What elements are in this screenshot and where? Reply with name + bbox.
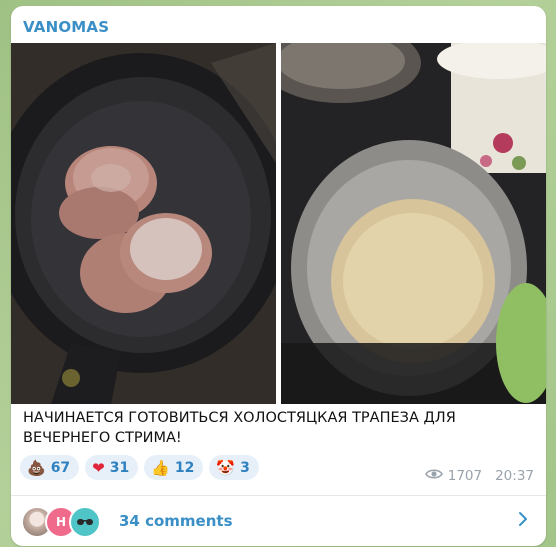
post-time: 20:37 [495, 468, 534, 484]
view-count: 1707 [447, 468, 483, 484]
photo-frying-pan[interactable] [11, 43, 276, 404]
reactions-bar: 💩 67 ❤ 31 👍 12 🤡 3 [20, 455, 259, 480]
reaction-count: 3 [240, 459, 250, 476]
reaction-poop[interactable]: 💩 67 [20, 455, 80, 480]
photo-pot[interactable] [281, 43, 546, 404]
eye-icon [424, 468, 443, 484]
comments-button[interactable]: Н 34 comments [11, 496, 546, 546]
thumbs-up-emoji-icon: 👍 [151, 458, 170, 477]
heart-emoji-icon: ❤ [92, 458, 105, 477]
reaction-thumbs-up[interactable]: 👍 12 [144, 455, 204, 480]
reaction-clown[interactable]: 🤡 3 [209, 455, 259, 480]
avatar [69, 506, 101, 538]
chevron-right-icon [518, 511, 528, 531]
clown-emoji-icon: 🤡 [216, 458, 236, 477]
reaction-count: 31 [109, 459, 130, 476]
post-caption: НАЧИНАЕТСЯ ГОТОВИТЬСЯ ХОЛОСТЯЦКАЯ ТРАПЕЗ… [23, 410, 456, 446]
channel-name[interactable]: VANOMAS [23, 18, 109, 36]
comments-count-label: 34 comments [119, 512, 233, 530]
reaction-heart[interactable]: ❤ 31 [85, 455, 139, 480]
reaction-count: 12 [174, 459, 195, 476]
post-meta: 1707 20:37 [424, 468, 534, 484]
poop-emoji-icon: 💩 [27, 458, 46, 477]
commenter-avatars: Н [21, 506, 113, 538]
sunglasses-icon [77, 519, 93, 525]
channel-post: VANOMAS НАЧИНАЕТСЯ ГОТОВИТЬСЯ ХОЛОСТЯЦКА… [11, 6, 546, 546]
reaction-count: 67 [50, 459, 71, 476]
